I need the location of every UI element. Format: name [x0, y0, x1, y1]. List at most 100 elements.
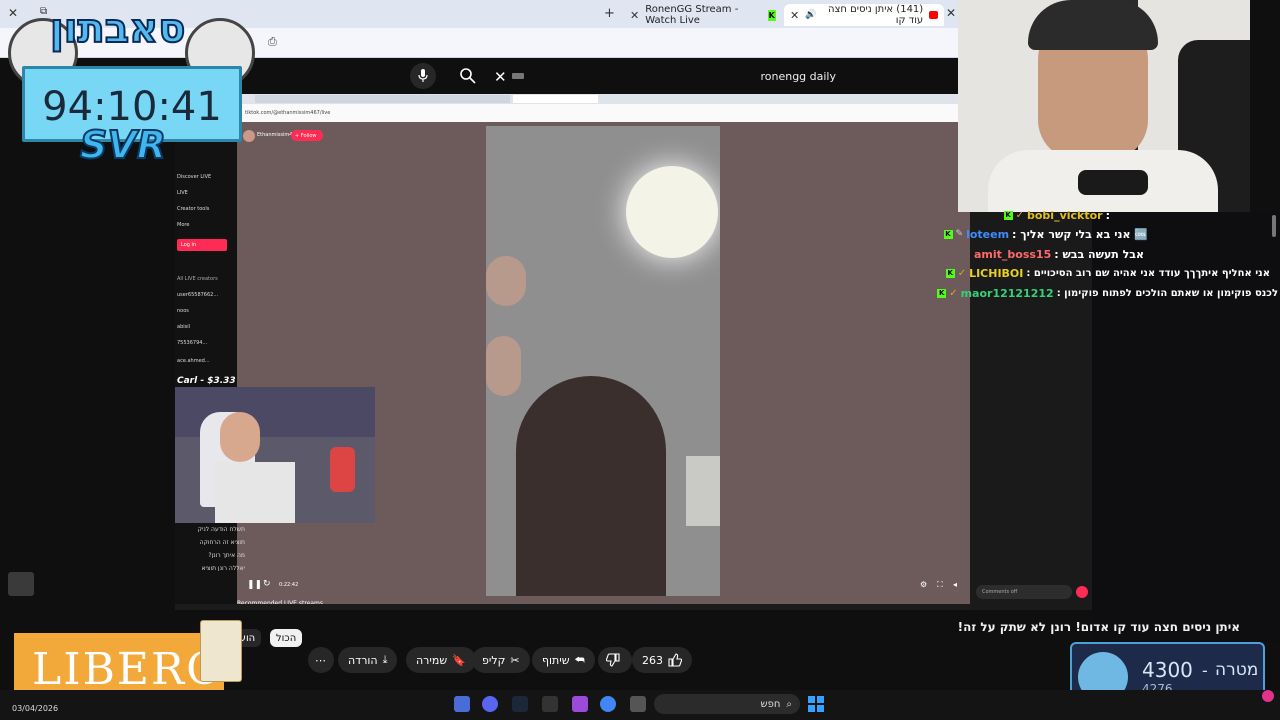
nested-tab-bar: [175, 94, 970, 104]
tab-label: (141) איתן ניסים חצה עוד קו: [827, 4, 924, 26]
goal-target: 4300: [1142, 658, 1193, 682]
creator-item[interactable]: 75536794...: [177, 340, 207, 346]
search-value: ronengg daily: [760, 69, 836, 83]
voice-search-button[interactable]: [410, 63, 436, 89]
perfume-bottle: [200, 620, 242, 682]
pause-icon[interactable]: ❚❚: [247, 580, 262, 590]
chat-text: : אבל תעשה בבש: [1054, 247, 1144, 261]
fullscreen-icon[interactable]: ⛶: [937, 580, 943, 590]
audio-icon[interactable]: 🔊: [805, 10, 816, 20]
verified-icon: ✓: [1015, 209, 1024, 221]
more-icon: ⋯: [315, 653, 326, 667]
share-icon: ⮪: [574, 653, 585, 666]
sidebar-item-more[interactable]: More: [177, 222, 189, 228]
creator-item[interactable]: user65587662...: [177, 292, 218, 298]
chat-text: : אני אחליף איתךךך עודד אני אהיה שם רוב …: [1026, 267, 1270, 279]
chat-text: : לכנס פוקימון או שאתם הולכים לפתוח פוקי…: [1056, 287, 1278, 299]
creator-item[interactable]: ace.ahmed...: [177, 358, 210, 364]
chat-overlay: K ✓ bobi_vicktor : K ✎ loteem : אני בא בלי…: [937, 208, 1280, 330]
chat-username: bobi_vicktor: [1027, 208, 1103, 222]
window-close-icon[interactable]: ✕: [8, 6, 18, 20]
app-icon[interactable]: [542, 696, 558, 712]
comments-input[interactable]: Comments off: [976, 585, 1072, 599]
clip-label: קליפ: [482, 653, 506, 667]
goal-label: מטרה: [1215, 660, 1259, 680]
chat-text: : אני בא בלי קשר אליך 🆒: [1012, 227, 1148, 241]
task-view-icon[interactable]: [630, 696, 646, 712]
tab-close-icon[interactable]: ✕: [790, 9, 799, 22]
clip-button[interactable]: קליפ ✂: [472, 647, 530, 673]
verified-icon: ✓: [957, 267, 967, 279]
filter-chip-all[interactable]: הכול: [270, 629, 303, 647]
thumbs-down-icon: [606, 653, 620, 667]
tab-close-icon[interactable]: ✕: [630, 9, 639, 22]
embedded-video-player[interactable]: tiktok.com/@ethanmissim467/live Discover…: [175, 94, 970, 610]
chrome-icon[interactable]: [600, 696, 616, 712]
creator-item[interactable]: abisil: [177, 324, 190, 330]
dislike-button[interactable]: [598, 647, 632, 673]
taskbar-search[interactable]: חפש ⌕: [654, 694, 800, 714]
stream-time: 0:22:42: [279, 582, 299, 588]
streamer-shirt: [215, 462, 295, 523]
refresh-icon[interactable]: ↻: [263, 579, 271, 589]
sidebar-item-live[interactable]: LIVE: [177, 190, 188, 196]
sidebar-item-discover[interactable]: Discover LIVE: [177, 174, 211, 180]
calculator-icon[interactable]: [454, 696, 470, 712]
share-label: שיתוף: [542, 653, 570, 667]
sidebar-item-creator-tools[interactable]: Creator tools: [177, 206, 209, 212]
taskbar-search-label: חפש: [760, 698, 781, 710]
live-video-frame[interactable]: [486, 126, 720, 596]
volume-icon[interactable]: ◂: [953, 580, 957, 589]
thumbs-up-icon: [668, 653, 682, 667]
left-chat-overlay: תשלח הודעה לניק תוציא זה הרחוקה מה איתך רו…: [197, 526, 245, 572]
follow-button[interactable]: + Follow: [291, 130, 323, 141]
scissors-icon: ✂: [510, 653, 520, 667]
like-count: 263: [642, 653, 663, 667]
settings-icon[interactable]: ⚙: [920, 580, 927, 589]
section-title: All LIVE creators: [177, 276, 218, 282]
headphones: [1028, 0, 1158, 50]
taskbar-date: 03/04/2026: [12, 704, 59, 713]
kick-badge-icon: K: [943, 229, 953, 239]
windows-start-icon[interactable]: [808, 696, 824, 712]
creator-item[interactable]: noos: [177, 308, 189, 314]
chat-message: K ✎ loteem : אני בא בלי קשר אליך 🆒: [943, 225, 1148, 243]
goal-dash: -: [1202, 661, 1208, 680]
kick-badge-icon: K: [1003, 210, 1013, 220]
app-icon[interactable]: [572, 696, 588, 712]
steam-icon[interactable]: [512, 696, 528, 712]
chat-username: loteem: [966, 227, 1010, 241]
verified-icon: ✓: [949, 287, 958, 299]
person-face: [516, 376, 666, 596]
share-button[interactable]: שיתוף ⮪: [532, 647, 595, 673]
chat-scrollbar[interactable]: [1272, 215, 1276, 237]
discord-icon[interactable]: [482, 696, 498, 712]
heart-icon[interactable]: [1076, 586, 1088, 598]
login-button[interactable]: Log in: [177, 239, 227, 251]
tab-kick[interactable]: ✕ RonenGG Stream - Watch Live K: [624, 4, 782, 26]
chat-message: K ✓ maor12121212 : לכנס פוקימון או שאתם ה…: [937, 284, 1278, 302]
screenshot-icon[interactable]: ⎙: [268, 35, 277, 49]
ceiling-light: [626, 166, 718, 258]
notification-icon[interactable]: [1262, 690, 1274, 702]
subathon-logo: סאבתון: [49, 5, 186, 53]
more-actions-button[interactable]: ⋯: [308, 647, 334, 673]
search-input[interactable]: ronengg daily: [485, 64, 850, 88]
save-button[interactable]: שמירה 🔖: [406, 647, 476, 673]
download-button[interactable]: הורדה ⤓: [338, 647, 398, 673]
tab-groups-icon[interactable]: ⧉: [40, 6, 47, 17]
chat-text: :: [1105, 208, 1110, 222]
like-button[interactable]: 263: [632, 647, 692, 673]
tab-youtube[interactable]: ✕ 🔊 (141) איתן ניסים חצה עוד קו: [784, 4, 944, 26]
search-icon[interactable]: [459, 67, 477, 89]
kick-icon: K: [767, 9, 776, 21]
avatar[interactable]: [243, 130, 255, 142]
chat-message: K ✓ LICHIBOI : אני אחליף איתךךך עודד אני …: [945, 264, 1270, 282]
window-close-button[interactable]: ✕: [946, 6, 956, 20]
small-avatar: [8, 572, 34, 596]
sponsor-brand: LIBERO: [32, 643, 225, 695]
hand: [486, 336, 521, 396]
svr-label: SVR: [79, 122, 167, 168]
new-tab-button[interactable]: +: [604, 6, 615, 21]
youtube-icon: [929, 11, 938, 19]
